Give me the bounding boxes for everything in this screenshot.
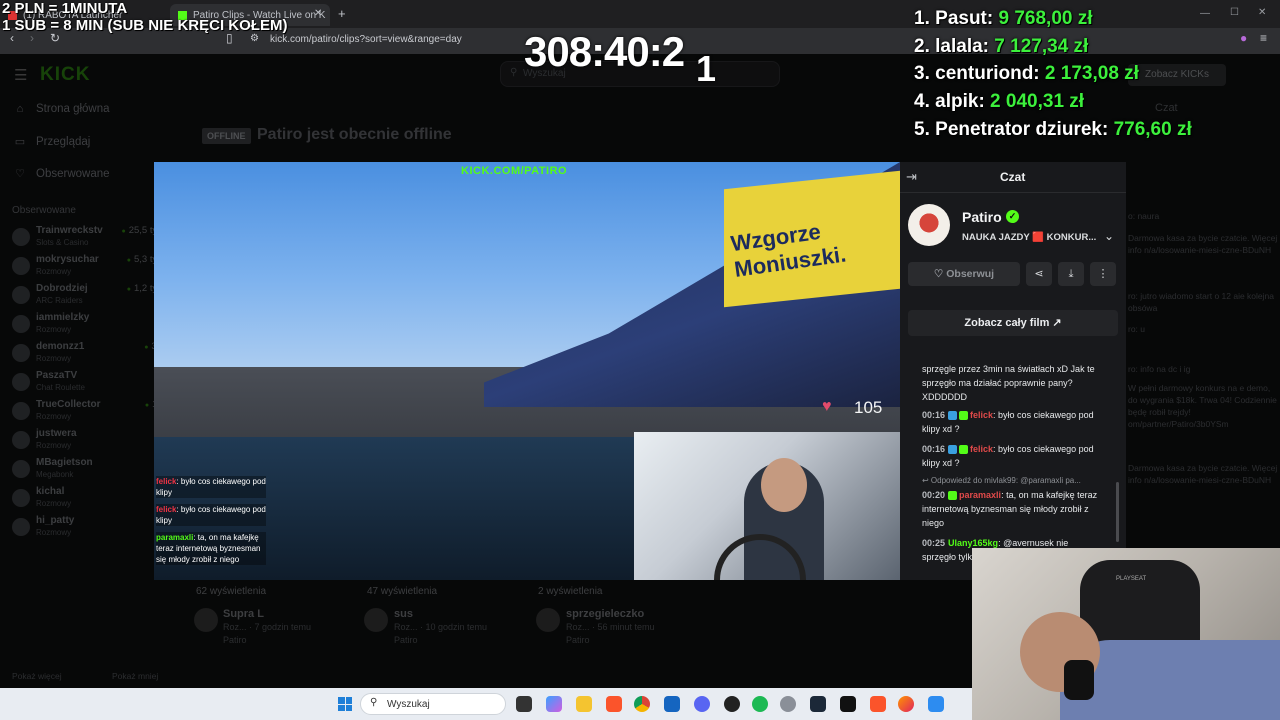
task-view-icon[interactable] bbox=[516, 696, 532, 712]
steam-icon[interactable] bbox=[810, 696, 826, 712]
leaderboard-rank: 4. bbox=[914, 91, 930, 112]
obs-icon[interactable] bbox=[840, 696, 856, 712]
app-icon[interactable] bbox=[724, 696, 740, 712]
search-icon: ⚲ bbox=[370, 697, 378, 708]
share-icon[interactable]: ⋖ bbox=[1026, 262, 1052, 286]
sub-badge-icon bbox=[959, 411, 969, 421]
window-maximize-icon[interactable]: ☐ bbox=[1230, 7, 1239, 18]
app-icon[interactable] bbox=[928, 696, 944, 712]
windows-start-icon[interactable] bbox=[338, 697, 352, 711]
leaderboard-amount: 776,60 zł bbox=[1113, 119, 1192, 140]
chat-username[interactable]: felick bbox=[970, 410, 993, 420]
leaderboard-amount: 7 127,34 zł bbox=[994, 36, 1089, 57]
badge-icon bbox=[948, 445, 958, 455]
subathon-timer-digit: 1 bbox=[696, 48, 717, 89]
streamer-name[interactable]: Patiro bbox=[962, 209, 1002, 225]
store-icon[interactable] bbox=[664, 696, 680, 712]
leaderboard-name: Penetrator dziurek: bbox=[935, 119, 1109, 140]
watch-full-video-button[interactable]: Zobacz cały film ↗ bbox=[908, 310, 1118, 336]
stream-title: NAUKA JAZDY 🟥 KONKUR... bbox=[962, 232, 1097, 243]
chat-timestamp: 00:16 bbox=[922, 444, 946, 454]
clip-video-player[interactable]: Wzgorze Moniuszki. KICK.COM/PATIRO ♥ 105… bbox=[154, 162, 900, 580]
chair-label: PLAYSEAT bbox=[1116, 576, 1147, 582]
leaderboard-entry: 4. alpik: 2 040,31 zł bbox=[914, 91, 1084, 113]
video-watermark: KICK.COM/PATIRO bbox=[461, 165, 568, 177]
reply-reference: ↩ Odpowiedź do mivlak99: @paramaxli pa..… bbox=[922, 476, 1081, 485]
url-field[interactable]: kick.com/patiro/clips?sort=view&range=da… bbox=[270, 34, 462, 45]
chat-username: felick bbox=[156, 505, 177, 514]
settings-icon[interactable] bbox=[780, 696, 796, 712]
chat-message: 00:16 felick: było cos ciekawego pod klip… bbox=[922, 442, 1100, 470]
sub-badge-icon bbox=[948, 491, 958, 501]
firefox-icon[interactable] bbox=[898, 696, 914, 712]
new-tab-icon[interactable]: + bbox=[338, 6, 346, 21]
browser-menu-icon[interactable]: ≡ bbox=[1260, 31, 1267, 45]
chat-message: sprzęgle przez 3min na światłach xD Jak … bbox=[922, 362, 1100, 404]
chat-username[interactable]: felick bbox=[970, 444, 993, 454]
leaderboard-entry: 2. lalala: 7 127,34 zł bbox=[914, 36, 1088, 58]
spotify-icon[interactable] bbox=[752, 696, 768, 712]
site-info-icon[interactable]: ⚙ bbox=[250, 33, 259, 44]
leaderboard-amount: 2 173,08 zł bbox=[1044, 63, 1139, 84]
extension-icon[interactable]: ● bbox=[1240, 31, 1247, 45]
discord-icon[interactable] bbox=[694, 696, 710, 712]
subathon-timer: 308:40:2 bbox=[524, 28, 685, 75]
video-chat-line: felick: było cos ciekawego pod klipy bbox=[156, 476, 266, 498]
chat-message: 00:20 paramaxli: ta, on ma kafejkę teraz … bbox=[922, 488, 1100, 530]
leaderboard-name: lalala: bbox=[935, 36, 990, 57]
video-chat-line: felick: było cos ciekawego pod klipy bbox=[156, 504, 266, 526]
brave-browser-icon[interactable] bbox=[606, 696, 622, 712]
chat-timestamp: 00:20 bbox=[922, 490, 946, 500]
download-icon[interactable]: ⤓ bbox=[1058, 262, 1084, 286]
collapse-chat-icon[interactable]: ⇥ bbox=[906, 169, 917, 185]
leaderboard-entry: 5. Penetrator dziurek: 776,60 zł bbox=[914, 119, 1192, 141]
leaderboard-rank: 3. bbox=[914, 63, 930, 84]
leaderboard-rank: 5. bbox=[914, 119, 930, 140]
chat-username[interactable]: Ulany165kg bbox=[948, 538, 998, 548]
chevron-down-icon[interactable]: ⌄ bbox=[1104, 229, 1114, 243]
chat-text: sprzęgle przez 3min na światłach xD Jak … bbox=[922, 364, 1095, 402]
leaderboard-rank: 2. bbox=[914, 36, 930, 57]
leaderboard-name: Pasut: bbox=[935, 8, 994, 29]
copilot-icon[interactable] bbox=[546, 696, 562, 712]
chat-message: 00:16 felick: było cos ciekawego pod klip… bbox=[922, 408, 1100, 436]
window-minimize-icon[interactable]: — bbox=[1200, 8, 1210, 19]
more-options-icon[interactable]: ⋮ bbox=[1090, 262, 1116, 286]
microphone bbox=[1064, 660, 1094, 700]
chat-timestamp: 00:16 bbox=[922, 410, 946, 420]
chat-username: paramaxli bbox=[156, 533, 194, 542]
verified-icon: ✓ bbox=[1006, 210, 1019, 223]
follow-button[interactable]: ♡ Obserwuj bbox=[908, 262, 1020, 286]
taskbar-search-input[interactable]: Wyszukaj bbox=[360, 693, 506, 715]
sub-rate-text: 1 SUB = 8 MIN (SUB NIE KRĘCI KOŁEM) bbox=[2, 17, 288, 34]
file-explorer-icon[interactable] bbox=[576, 696, 592, 712]
tab-close-icon[interactable]: ✕ bbox=[314, 8, 322, 19]
window-close-icon[interactable]: ✕ bbox=[1258, 7, 1266, 18]
chat-scrollbar[interactable] bbox=[1116, 482, 1119, 542]
leaderboard-amount: 2 040,31 zł bbox=[990, 91, 1085, 112]
leaderboard-entry: 1. Pasut: 9 768,00 zł bbox=[914, 8, 1093, 30]
leaderboard-amount: 9 768,00 zł bbox=[998, 8, 1093, 29]
driver-head bbox=[761, 458, 807, 512]
leaderboard-name: alpik: bbox=[935, 91, 985, 112]
heart-rate-value: 105 bbox=[854, 398, 883, 417]
chat-username[interactable]: paramaxli bbox=[959, 490, 1001, 500]
leaderboard-name: centuriond: bbox=[935, 63, 1040, 84]
video-chat-line: paramaxli: ta, on ma kafejkę teraz inter… bbox=[156, 532, 266, 565]
clip-chat-panel: ⇥ Czat Patiro ✓ NAUKA JAZDY 🟥 KONKUR... … bbox=[900, 162, 1126, 580]
brave-browser-icon[interactable] bbox=[870, 696, 886, 712]
donation-rate-text: 2 PLN = 1MINUTA bbox=[2, 0, 128, 17]
sub-badge-icon bbox=[959, 445, 969, 455]
chrome-icon[interactable] bbox=[634, 696, 650, 712]
leaderboard-entry: 3. centuriond: 2 173,08 zł bbox=[914, 63, 1139, 85]
chat-title: Czat bbox=[1000, 170, 1026, 184]
badge-icon bbox=[948, 411, 958, 421]
streamer-avatar[interactable] bbox=[908, 204, 950, 246]
heart-rate-icon: ♥ bbox=[822, 398, 832, 415]
chat-username: felick bbox=[156, 477, 177, 486]
leaderboard-rank: 1. bbox=[914, 8, 930, 29]
chat-timestamp: 00:25 bbox=[922, 538, 946, 548]
